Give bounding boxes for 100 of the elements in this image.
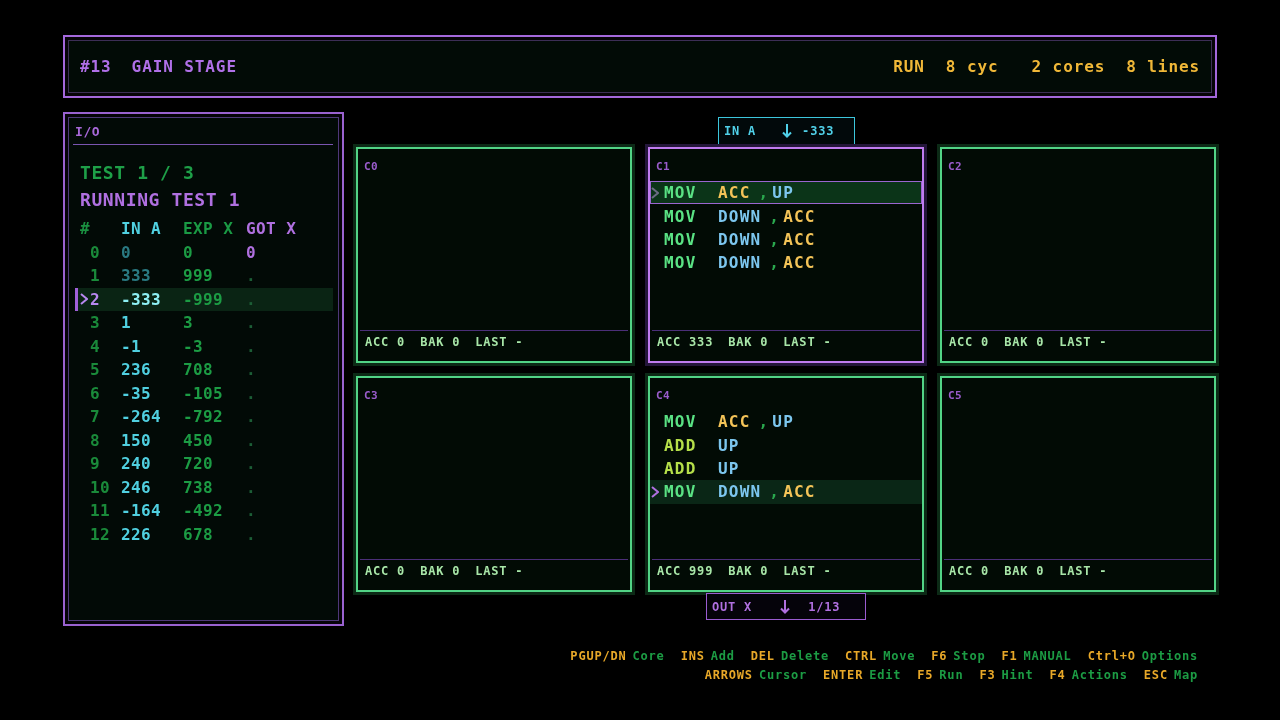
register-readout: BAK 0 — [420, 563, 461, 580]
port-text: UP — [772, 183, 794, 203]
comma-text: , — [769, 482, 781, 502]
table-cell: 450 — [183, 430, 214, 450]
register-readout: LAST - — [475, 334, 524, 351]
opcode-text: MOV — [664, 253, 698, 273]
table-cell: 240 — [121, 454, 152, 474]
key-label: F4 — [1049, 667, 1066, 684]
table-cell: 4 — [90, 336, 101, 356]
port-text: DOWN — [718, 206, 762, 226]
table-cell: -999 — [183, 289, 224, 309]
register-text: ACC — [718, 183, 751, 203]
puzzle-number: #13 — [80, 57, 112, 76]
key-label: ESC — [1143, 667, 1168, 684]
core-label: C1 — [656, 160, 671, 173]
key-label: DEL — [750, 648, 775, 665]
table-cell: -105 — [183, 383, 224, 403]
cycle-count: 8 cyc — [945, 57, 999, 76]
table-cell: 3 — [90, 313, 101, 333]
table-cell: 2 — [90, 289, 101, 309]
port-name: OUT X — [712, 599, 753, 614]
port-text: DOWN — [718, 482, 762, 502]
panel-title: I/O — [75, 123, 101, 139]
table-cell: 1 — [90, 266, 101, 286]
cursor-icon — [80, 293, 88, 306]
comma-text: , — [758, 412, 770, 432]
register-readout: ACC 0 — [949, 563, 990, 580]
table-cell: . — [246, 524, 257, 544]
key-label: ARROWS — [704, 667, 753, 684]
table-cell: 708 — [183, 360, 214, 380]
action-label: Delete — [780, 648, 830, 665]
key-label: PGUP/DN — [570, 648, 627, 665]
core-count: 2 cores — [1031, 57, 1106, 76]
table-cell: 0 — [121, 242, 132, 262]
table-cell: -792 — [183, 407, 224, 427]
table-cell: 11 — [90, 501, 111, 521]
core-panel[interactable]: C5 ACC 0 BAK 0 LAST - — [940, 376, 1216, 592]
table-cell: 3 — [183, 313, 194, 333]
table-cell: -264 — [121, 407, 162, 427]
table-cell: 10 — [90, 477, 111, 497]
port-value: 1/13 — [808, 599, 841, 614]
table-cell: 9 — [90, 454, 101, 474]
selected-row[interactable]: 2 -333 -999 . — [75, 287, 333, 311]
table-cell: -1 — [121, 336, 142, 356]
core-panel[interactable]: C4 MOV ACC , UP ADD UP ADD UP MOV DOWN , ACC ACC 999 BAK 0 LAST - — [648, 376, 924, 592]
comma-text: , — [769, 206, 781, 226]
core-label: C5 — [948, 389, 963, 402]
port-text: DOWN — [718, 229, 762, 249]
port-text: DOWN — [718, 253, 762, 273]
action-label: Run — [939, 667, 964, 684]
run-status: RUN — [893, 57, 925, 76]
comma-text: , — [769, 253, 781, 273]
key-label: F3 — [979, 667, 996, 684]
core-panel[interactable]: C0 ACC 0 BAK 0 LAST - — [356, 147, 632, 363]
comma-text: , — [769, 229, 781, 249]
register-readout: BAK 0 — [1004, 563, 1045, 580]
table-cell: . — [246, 407, 257, 427]
table-cell: 5 — [90, 360, 101, 380]
table-cell: 0 — [246, 242, 257, 262]
table-cell: 12 — [90, 524, 111, 544]
table-cell: . — [246, 383, 257, 403]
action-label: MANUAL — [1023, 648, 1072, 665]
column-header: # — [80, 219, 91, 239]
core-panel[interactable]: C2 ACC 0 BAK 0 LAST - — [940, 147, 1216, 363]
table-cell: . — [246, 477, 257, 497]
table-cell: . — [246, 336, 257, 356]
opcode-text: ADD — [664, 435, 698, 455]
key-label: F1 — [1001, 648, 1018, 665]
action-label: Core — [632, 648, 665, 665]
table-cell: . — [246, 430, 257, 450]
opcode-text: ADD — [664, 458, 698, 478]
register-text: ACC — [783, 206, 816, 226]
table-cell: . — [246, 454, 257, 474]
action-label: Add — [710, 648, 735, 665]
register-text: ACC — [783, 482, 816, 502]
down-arrow-icon — [782, 124, 793, 138]
opcode-text: MOV — [664, 206, 698, 226]
register-readout: BAK 0 — [728, 334, 769, 351]
opcode-text: MOV — [664, 183, 698, 203]
opcode-text: MOV — [664, 229, 698, 249]
table-cell: 0 — [90, 242, 101, 262]
register-readout: ACC 999 — [657, 563, 714, 580]
core-panel[interactable]: C3 ACC 0 BAK 0 LAST - — [356, 376, 632, 592]
core-label: C4 — [656, 389, 671, 402]
register-readout: LAST - — [1059, 334, 1108, 351]
core-panel[interactable]: C1 MOV ACC , UP MOV DOWN , ACC MOV DOWN , ACC MOV DOWN , ACC ACC 333 BAK 0 LAST - — [648, 147, 924, 363]
register-text: ACC — [783, 253, 816, 273]
register-readout: BAK 0 — [420, 334, 461, 351]
register-readout: BAK 0 — [728, 563, 769, 580]
table-cell: -164 — [121, 501, 162, 521]
port-value: -333 — [802, 124, 835, 138]
opcode-text: MOV — [664, 482, 698, 502]
opcode-text: MOV — [664, 412, 698, 432]
action-label: Options — [1141, 648, 1198, 665]
table-cell: 333 — [121, 266, 152, 286]
comma-text: , — [758, 183, 770, 203]
action-label: Move — [883, 648, 916, 665]
port-text: UP — [718, 458, 740, 478]
table-cell: -492 — [183, 501, 224, 521]
register-readout: BAK 0 — [1004, 334, 1045, 351]
